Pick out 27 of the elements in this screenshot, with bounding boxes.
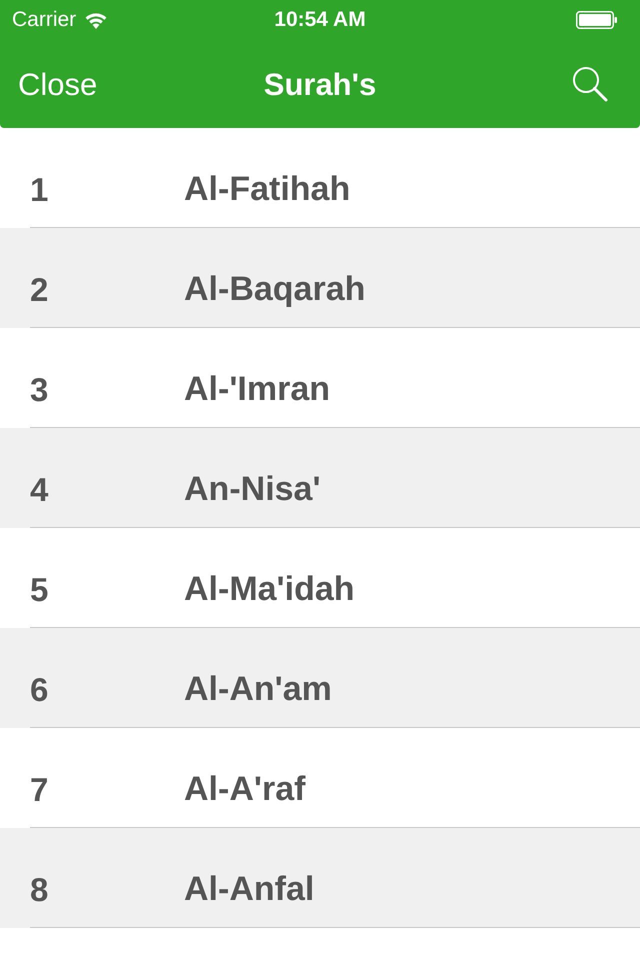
surah-name: Al-Baqarah xyxy=(184,272,366,306)
surah-number: 1 xyxy=(29,172,50,206)
surah-name: Al-A'raf xyxy=(184,772,306,806)
surah-name: Al-An'am xyxy=(184,672,332,706)
clock-time: 10:54 AM xyxy=(274,7,366,34)
surah-name: Al-Anfal xyxy=(184,872,314,906)
surah-name: Al-Fatihah xyxy=(184,172,350,206)
surah-name: Al-'Imran xyxy=(184,372,330,406)
surah-number: 3 xyxy=(29,372,50,406)
surah-name: Al-Ma'idah xyxy=(184,572,355,606)
surah-number: 4 xyxy=(29,472,50,506)
surah-number: 8 xyxy=(29,872,50,906)
surah-number: 7 xyxy=(29,772,50,806)
search-button[interactable] xyxy=(570,64,610,104)
surah-row[interactable]: 4 An-Nisa' xyxy=(0,428,640,528)
surah-row[interactable]: 2 Al-Baqarah xyxy=(0,228,640,328)
surah-number: 2 xyxy=(29,272,50,306)
carrier-label: Carrier xyxy=(12,7,76,34)
screen-title: Surah's xyxy=(264,68,376,100)
surah-row[interactable]: 8 Al-Anfal xyxy=(0,828,640,928)
wifi-icon xyxy=(84,11,108,29)
surah-row[interactable]: 6 Al-An'am xyxy=(0,628,640,728)
search-icon xyxy=(572,66,608,102)
surah-name: An-Nisa' xyxy=(184,472,321,506)
battery-icon xyxy=(576,11,618,29)
surah-number: 6 xyxy=(29,672,50,706)
surah-number: 5 xyxy=(29,572,50,606)
